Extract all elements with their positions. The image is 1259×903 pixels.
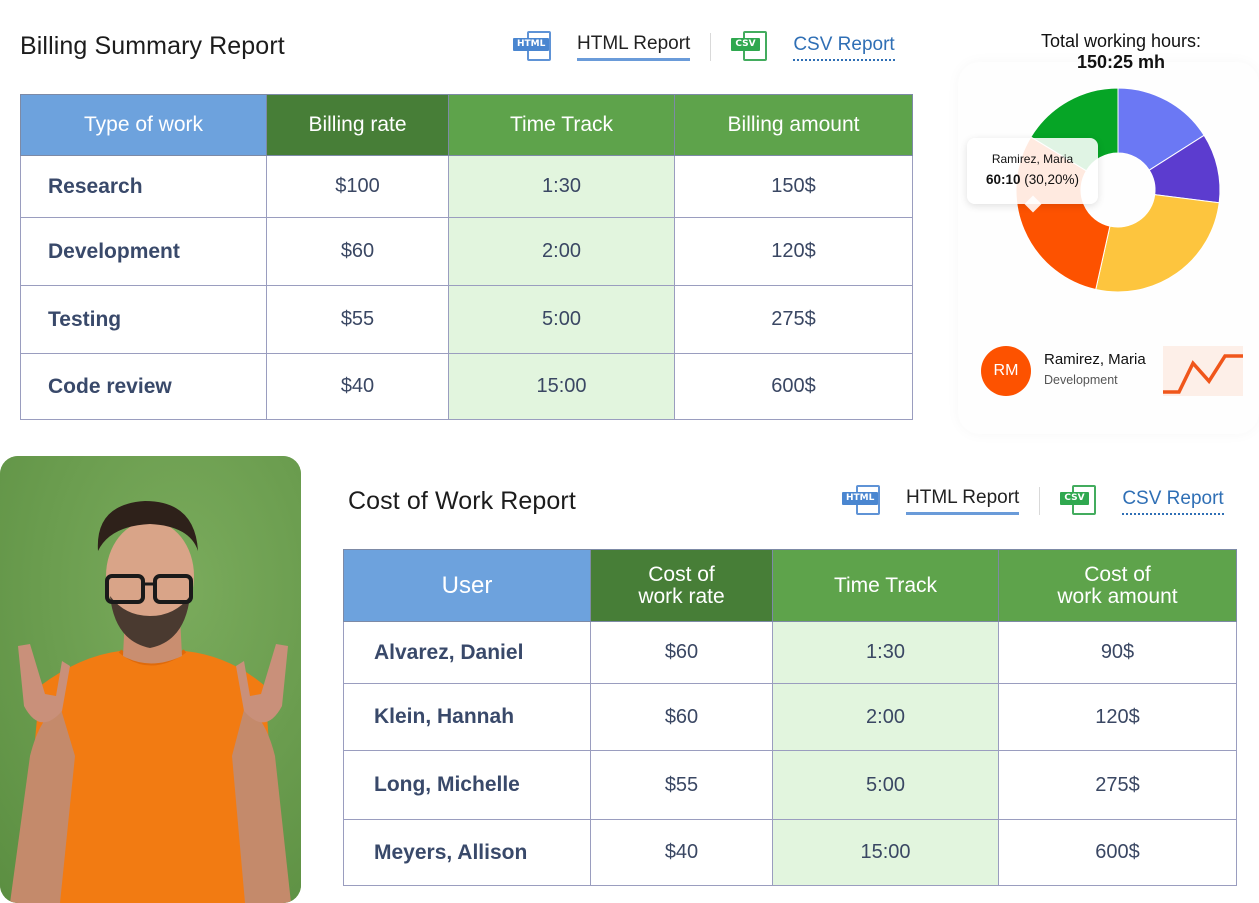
column-header-cost-rate: Cost of work rate [590,549,773,622]
cost-amount-cell: 120$ [998,683,1237,751]
csv-file-icon[interactable]: CSV [729,29,773,65]
tooltip-value: 60:10 (30,20%) [985,172,1080,187]
table-header-row: User Cost of work rate Time Track Cost o… [343,549,1237,622]
column-header-billing-rate: Billing rate [266,94,449,156]
person-illustration [0,456,301,903]
html-file-icon[interactable]: HTML [842,483,886,519]
activity-sparkline [1163,346,1243,396]
time-track-cell: 15:00 [448,353,675,420]
table-row: Alvarez, Daniel $60 1:30 90$ [343,621,1237,684]
user-name: Ramirez, Maria [1044,351,1146,368]
cost-rate-cell: $55 [590,750,773,820]
cost-html-report-link[interactable]: HTML Report [906,487,1020,515]
user-department: Development [1044,373,1118,387]
billing-rate-cell: $100 [266,155,449,218]
time-track-cell: 5:00 [772,750,999,820]
cost-amount-cell: 90$ [998,621,1237,684]
cost-rate-cell: $60 [590,683,773,751]
billing-amount-cell: 275$ [674,285,913,354]
time-track-cell: 15:00 [772,819,999,886]
billing-amount-cell: 150$ [674,155,913,218]
column-header-cost-amount: Cost of work amount [998,549,1237,622]
donut-slice-3[interactable] [1095,194,1220,293]
table-row: Long, Michelle $55 5:00 275$ [343,750,1237,820]
type-of-work-cell: Code review [20,353,267,420]
billing-report-export-links: HTML HTML Report CSV CSV Report [513,27,895,67]
column-header-time-track: Time Track [448,94,675,156]
time-track-cell: 2:00 [448,217,675,286]
billing-html-report-link[interactable]: HTML Report [577,33,691,61]
user-cell: Long, Michelle [343,750,591,820]
divider [710,33,712,61]
cost-amount-cell: 600$ [998,819,1237,886]
billing-amount-cell: 120$ [674,217,913,286]
table-row: Testing $55 5:00 275$ [20,285,913,354]
time-track-cell: 1:30 [772,621,999,684]
type-of-work-cell: Testing [20,285,267,354]
cost-report-export-links: HTML HTML Report CSV CSV Report [842,481,1224,521]
total-hours-value: 150:25 mh [1076,52,1166,72]
table-row: Meyers, Allison $40 15:00 600$ [343,819,1237,886]
billing-summary-table: Type of work Billing rate Time Track Bil… [20,94,913,420]
cost-report-title: Cost of Work Report [348,487,576,515]
billing-rate-cell: $55 [266,285,449,354]
type-of-work-cell: Development [20,217,267,286]
chart-tooltip: Ramirez, Maria 60:10 (30,20%) [967,138,1098,204]
time-track-cell: 5:00 [448,285,675,354]
cost-csv-report-link[interactable]: CSV Report [1122,488,1224,515]
table-row: Research $100 1:30 150$ [20,155,913,218]
column-header-type-of-work: Type of work [20,94,267,156]
cost-amount-cell: 275$ [998,750,1237,820]
sparkline-background [1163,346,1243,396]
type-of-work-cell: Research [20,155,267,218]
user-cell: Alvarez, Daniel [343,621,591,684]
billing-amount-cell: 600$ [674,353,913,420]
column-header-billing-amount: Billing amount [674,94,913,156]
table-header-row: Type of work Billing rate Time Track Bil… [20,94,913,156]
column-header-user: User [343,549,591,622]
working-hours-header: Total working hours: 150:25 mh [990,31,1252,73]
table-row: Code review $40 15:00 600$ [20,353,913,420]
time-track-cell: 1:30 [448,155,675,218]
billing-rate-cell: $60 [266,217,449,286]
table-row: Klein, Hannah $60 2:00 120$ [343,683,1237,751]
cost-of-work-table: User Cost of work rate Time Track Cost o… [343,549,1237,886]
user-cell: Meyers, Allison [343,819,591,886]
user-cell: Klein, Hannah [343,683,591,751]
person-photo [0,456,301,903]
table-row: Development $60 2:00 120$ [20,217,913,286]
tooltip-user-name: Ramirez, Maria [991,152,1074,166]
billing-report-title: Billing Summary Report [20,32,285,60]
csv-file-icon[interactable]: CSV [1058,483,1102,519]
avatar[interactable]: RM [981,346,1031,396]
divider [1039,487,1041,515]
cost-rate-cell: $60 [590,621,773,684]
billing-csv-report-link[interactable]: CSV Report [793,34,895,61]
billing-rate-cell: $40 [266,353,449,420]
total-hours-label: Total working hours: [1040,31,1202,51]
html-file-icon[interactable]: HTML [513,29,557,65]
cost-rate-cell: $40 [590,819,773,886]
time-track-cell: 2:00 [772,683,999,751]
column-header-time-track: Time Track [772,549,999,622]
